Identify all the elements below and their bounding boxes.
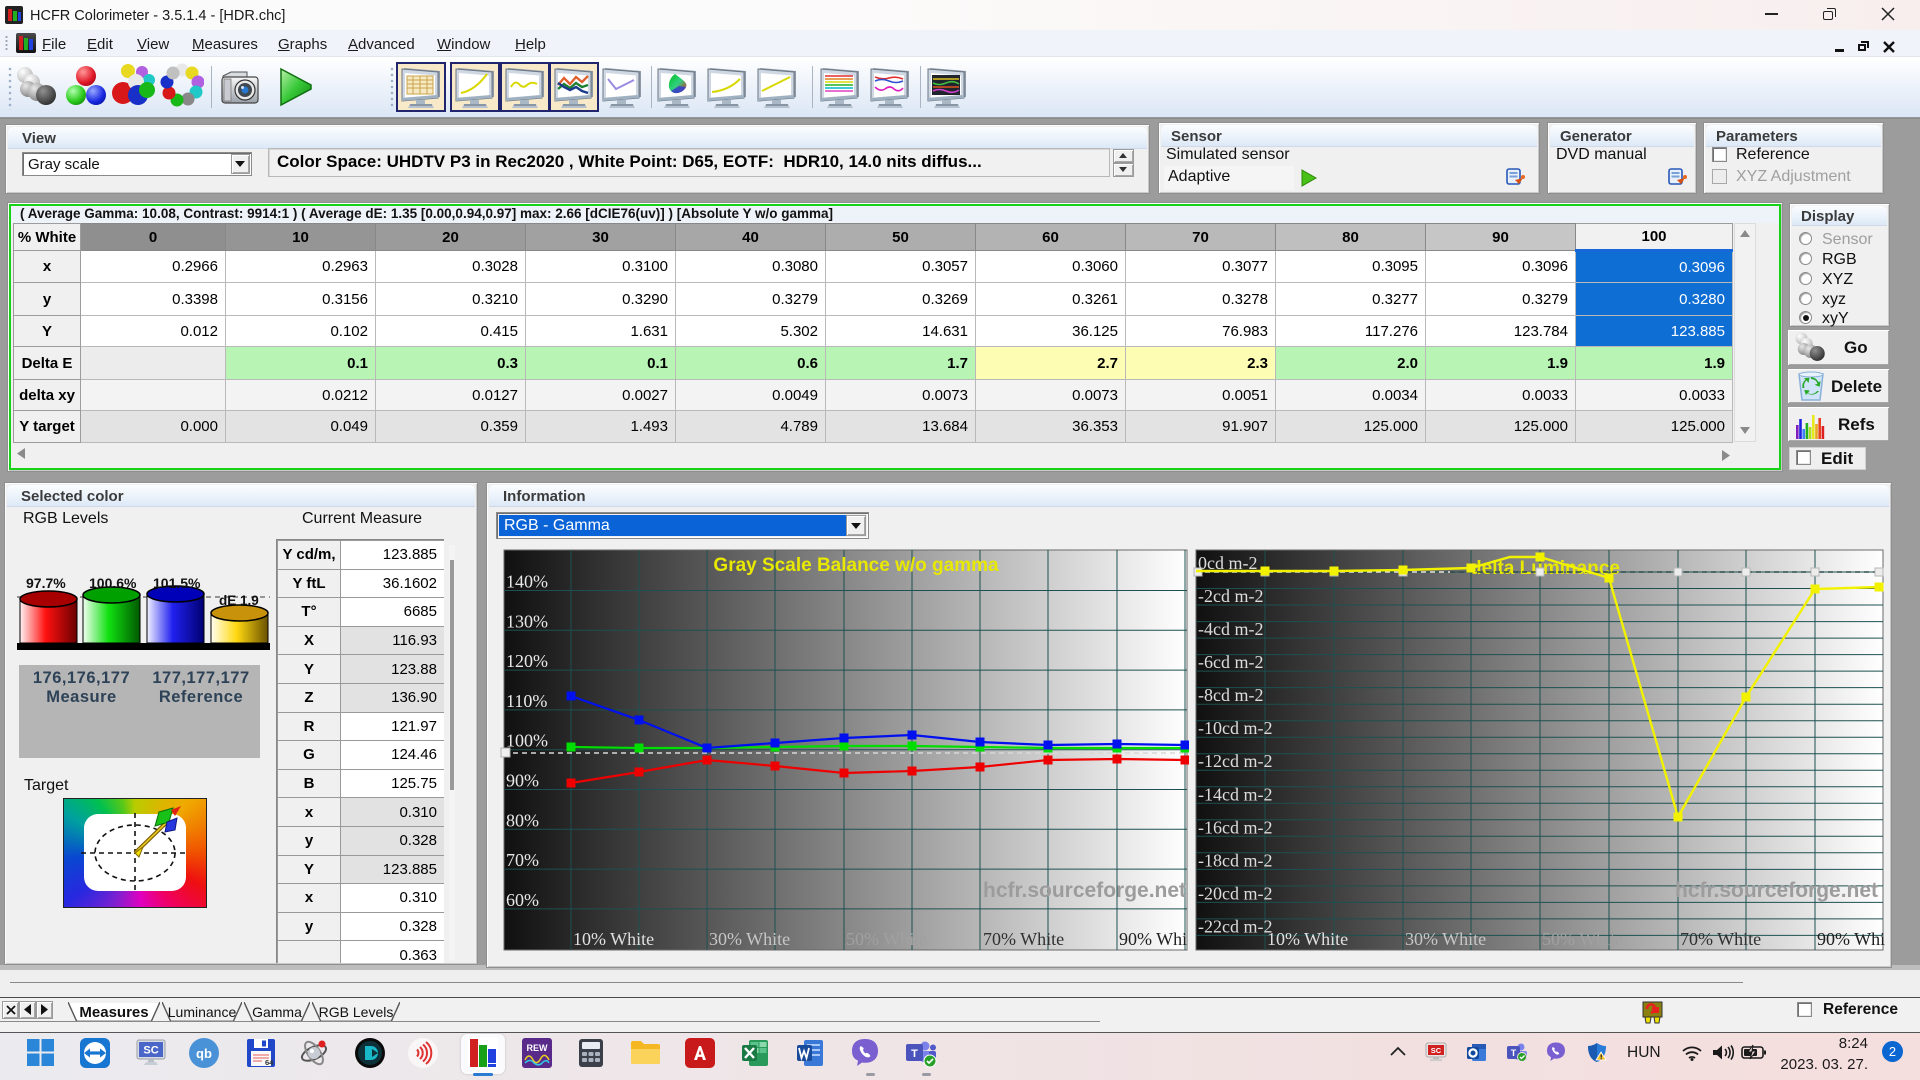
- svg-text:-6cd m-2: -6cd m-2: [1198, 652, 1263, 672]
- svg-text:90%: 90%: [506, 771, 539, 791]
- svg-text:130%: 130%: [506, 611, 548, 631]
- svg-text:90% Whi: 90% Whi: [1119, 929, 1187, 949]
- svg-text:50% White: 50% White: [846, 929, 927, 949]
- svg-text:SC: SC: [143, 1045, 158, 1057]
- svg-text:10% White: 10% White: [1267, 929, 1348, 949]
- svg-text:REW: REW: [527, 1043, 549, 1053]
- svg-text:110%: 110%: [506, 691, 547, 711]
- svg-text:-12cd m-2: -12cd m-2: [1198, 751, 1272, 771]
- svg-text:60%: 60%: [506, 890, 539, 910]
- svg-text:-22cd m-2: -22cd m-2: [1198, 916, 1272, 936]
- svg-text:80%: 80%: [506, 810, 539, 830]
- svg-text:30% White: 30% White: [1405, 929, 1486, 949]
- svg-text:30% White: 30% White: [709, 929, 790, 949]
- svg-text:140%: 140%: [506, 572, 548, 592]
- svg-text:-14cd m-2: -14cd m-2: [1198, 784, 1272, 804]
- svg-text:qb: qb: [196, 1046, 212, 1061]
- svg-text:-16cd m-2: -16cd m-2: [1198, 817, 1272, 837]
- svg-text:70%: 70%: [506, 850, 539, 870]
- svg-text:70% White: 70% White: [983, 929, 1064, 949]
- svg-text:Gray Scale Balance w/o gamma: Gray Scale Balance w/o gamma: [713, 555, 999, 576]
- svg-text:100%: 100%: [506, 731, 548, 751]
- svg-text:-2cd m-2: -2cd m-2: [1198, 586, 1263, 606]
- svg-text:64: 64: [265, 1058, 274, 1067]
- svg-text:-18cd m-2: -18cd m-2: [1198, 850, 1272, 870]
- svg-text:50% White: 50% White: [1542, 929, 1623, 949]
- svg-text:10% White: 10% White: [573, 929, 654, 949]
- svg-text:-4cd m-2: -4cd m-2: [1198, 619, 1263, 639]
- svg-text:90% Whi: 90% Whi: [1817, 929, 1885, 949]
- svg-text:SC: SC: [1431, 1046, 1442, 1055]
- svg-text:-8cd m-2: -8cd m-2: [1198, 685, 1263, 705]
- svg-text:120%: 120%: [506, 651, 548, 671]
- svg-text:T: T: [1511, 1048, 1517, 1058]
- svg-text:-20cd m-2: -20cd m-2: [1198, 883, 1272, 903]
- svg-text:hcfr.sourceforge.net: hcfr.sourceforge.net: [983, 879, 1186, 902]
- svg-text:-10cd m-2: -10cd m-2: [1198, 718, 1272, 738]
- svg-text:T: T: [911, 1048, 918, 1060]
- svg-text:hcfr.sourceforge.net: hcfr.sourceforge.net: [1675, 879, 1878, 902]
- svg-text:70% White: 70% White: [1680, 929, 1761, 949]
